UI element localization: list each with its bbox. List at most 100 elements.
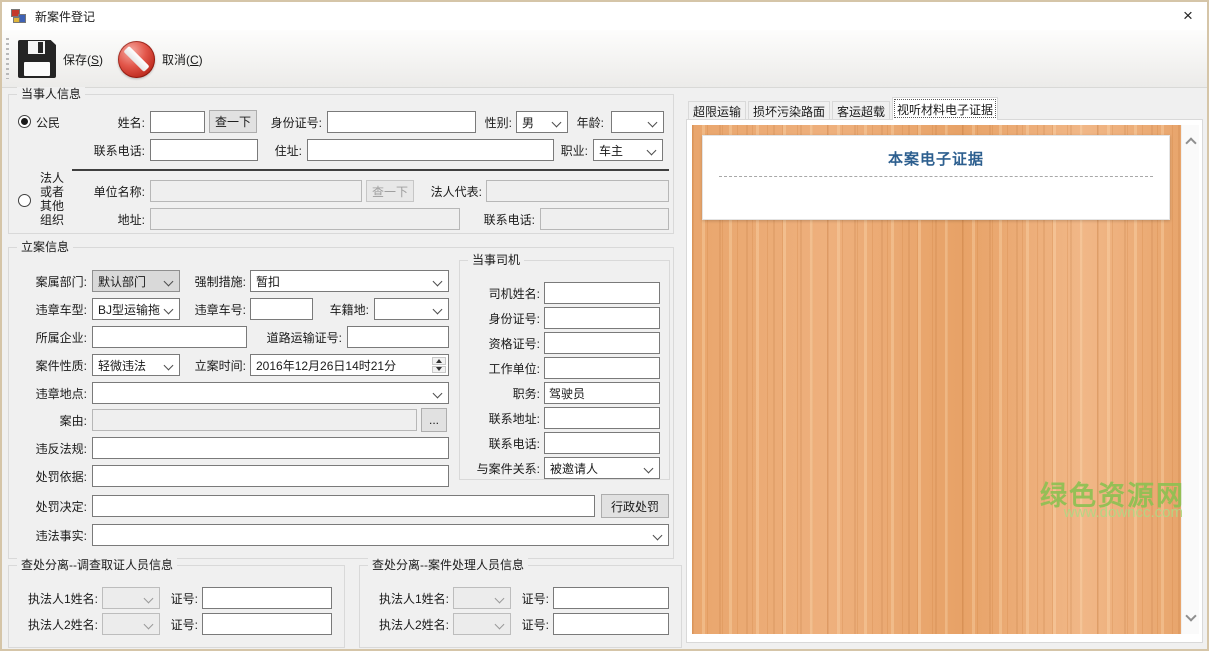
- org-name-label: 单位名称:: [83, 180, 145, 202]
- cancel-button-label: 取消(C): [162, 51, 203, 68]
- evidence-scrollbar[interactable]: [1181, 125, 1199, 634]
- driver-relation-select[interactable]: 被邀请人: [544, 457, 660, 479]
- age-label: 年龄:: [572, 111, 604, 133]
- vehicle-type-select[interactable]: BJ型运输拖: [92, 298, 180, 320]
- measure-label: 强制措施:: [175, 270, 246, 292]
- driver-qualification-input[interactable]: [544, 332, 660, 354]
- org-phone-input[interactable]: [540, 208, 669, 230]
- investigator2-cert-label: 证号:: [162, 613, 198, 635]
- watermark-site-url: www.downcc.com: [1064, 504, 1183, 521]
- occupation-select[interactable]: 车主: [593, 139, 663, 161]
- investigator1-name-select[interactable]: [102, 587, 160, 609]
- spin-down-icon: [432, 366, 446, 374]
- handler1-name-select[interactable]: [453, 587, 511, 609]
- organization-radio[interactable]: [18, 194, 31, 207]
- filing-time-spinner[interactable]: [431, 356, 447, 374]
- driver-name-input[interactable]: [544, 282, 660, 304]
- vehicle-no-input[interactable]: [250, 298, 313, 320]
- investigator2-name-select[interactable]: [102, 613, 160, 635]
- company-input[interactable]: [92, 326, 247, 348]
- cause-browse-button[interactable]: ...: [421, 408, 447, 432]
- new-case-registration-window: 新案件登记 × 保存(S) 取消(C) 当事人信息 公民 姓名: 查一下 身份证…: [0, 0, 1209, 651]
- name-input[interactable]: [150, 111, 205, 133]
- location-label: 违章地点:: [16, 382, 87, 404]
- driver-name-label: 司机姓名:: [463, 282, 540, 304]
- illegal-fact-select[interactable]: [92, 524, 669, 546]
- toolbar: 保存(S) 取消(C): [2, 30, 1207, 88]
- phone-input[interactable]: [150, 139, 258, 161]
- tab-overlimit-transport[interactable]: 超限运输: [688, 101, 746, 120]
- driver-phone-input[interactable]: [544, 432, 660, 454]
- filing-time-label: 立案时间:: [175, 354, 246, 376]
- scroll-up-icon[interactable]: [1185, 137, 1196, 148]
- title-bar: 新案件登记 ×: [2, 2, 1207, 30]
- driver-phone-label: 联系电话:: [463, 432, 540, 454]
- investigator2-cert-input[interactable]: [202, 613, 332, 635]
- tab-road-damage[interactable]: 损坏污染路面: [748, 101, 830, 120]
- scroll-down-icon[interactable]: [1185, 610, 1196, 621]
- save-floppy-icon: [18, 40, 56, 78]
- dept-label: 案属部门:: [16, 270, 87, 292]
- admin-penalty-button[interactable]: 行政处罚: [601, 494, 669, 518]
- age-select[interactable]: [611, 111, 664, 133]
- citizen-radio-label: 公民: [36, 111, 76, 133]
- lookup-name-button[interactable]: 查一下: [209, 110, 257, 133]
- penalty-decision-input[interactable]: [92, 495, 595, 517]
- cause-label: 案由:: [16, 409, 87, 431]
- vehicle-reg-select[interactable]: [374, 298, 449, 320]
- location-select[interactable]: [92, 382, 449, 404]
- cancel-button[interactable]: 取消(C): [110, 35, 211, 83]
- evidence-dashed-divider: [719, 176, 1153, 177]
- transport-cert-input[interactable]: [347, 326, 449, 348]
- investigators-group-title: 查处分离--调查取证人员信息: [17, 558, 177, 573]
- case-nature-label: 案件性质:: [16, 354, 87, 376]
- filing-time-picker[interactable]: 2016年12月26日14时21分: [250, 354, 449, 376]
- driver-address-input[interactable]: [544, 407, 660, 429]
- handler1-cert-input[interactable]: [553, 587, 669, 609]
- tab-passenger-overload[interactable]: 客运超载: [832, 101, 890, 120]
- party-info-group-title: 当事人信息: [17, 87, 85, 102]
- id-number-input[interactable]: [327, 111, 476, 133]
- address-label: 住址:: [270, 139, 302, 161]
- org-address-label: 地址:: [113, 208, 145, 230]
- illegal-fact-label: 违法事实:: [16, 524, 87, 546]
- investigator1-cert-input[interactable]: [202, 587, 332, 609]
- occupation-label: 职业:: [556, 139, 588, 161]
- gender-label: 性别:: [480, 111, 512, 133]
- gender-select[interactable]: 男: [516, 111, 568, 133]
- handler2-cert-input[interactable]: [553, 613, 669, 635]
- close-icon[interactable]: ×: [1177, 6, 1199, 26]
- regulation-input[interactable]: [92, 437, 449, 459]
- handler2-name-label: 执法人2姓名:: [367, 613, 449, 635]
- penalty-basis-label: 处罚依据:: [16, 465, 87, 487]
- investigator1-name-label: 执法人1姓名:: [16, 587, 98, 609]
- cause-input[interactable]: [92, 409, 417, 431]
- handler2-name-select[interactable]: [453, 613, 511, 635]
- regulation-label: 违反法规:: [16, 437, 87, 459]
- driver-workunit-input[interactable]: [544, 357, 660, 379]
- tab-audiovisual-evidence[interactable]: 视听材料电子证据: [892, 97, 998, 120]
- id-number-label: 身份证号:: [258, 111, 322, 133]
- legal-rep-input[interactable]: [486, 180, 669, 202]
- org-address-input[interactable]: [150, 208, 460, 230]
- driver-id-label: 身份证号:: [463, 307, 540, 329]
- toolbar-grip[interactable]: [6, 38, 9, 79]
- case-nature-select[interactable]: 轻微违法: [92, 354, 180, 376]
- driver-qualification-label: 资格证号:: [463, 332, 540, 354]
- lookup-org-button[interactable]: 查一下: [366, 180, 414, 202]
- dept-select[interactable]: 默认部门: [92, 270, 180, 292]
- citizen-radio[interactable]: [18, 115, 31, 128]
- organization-radio-label: 法人 或者 其他 组织: [38, 171, 66, 227]
- save-button[interactable]: 保存(S): [10, 35, 111, 83]
- driver-id-input[interactable]: [544, 307, 660, 329]
- org-phone-label: 联系电话:: [473, 208, 535, 230]
- penalty-basis-input[interactable]: [92, 465, 449, 487]
- measure-select[interactable]: 暂扣: [250, 270, 449, 292]
- driver-position-input[interactable]: 驾驶员: [544, 382, 660, 404]
- address-input[interactable]: [307, 139, 554, 161]
- app-icon: [11, 8, 27, 24]
- org-name-input[interactable]: [150, 180, 362, 202]
- name-label: 姓名:: [97, 111, 145, 133]
- spin-up-icon: [432, 357, 446, 365]
- handler1-cert-label: 证号:: [513, 587, 549, 609]
